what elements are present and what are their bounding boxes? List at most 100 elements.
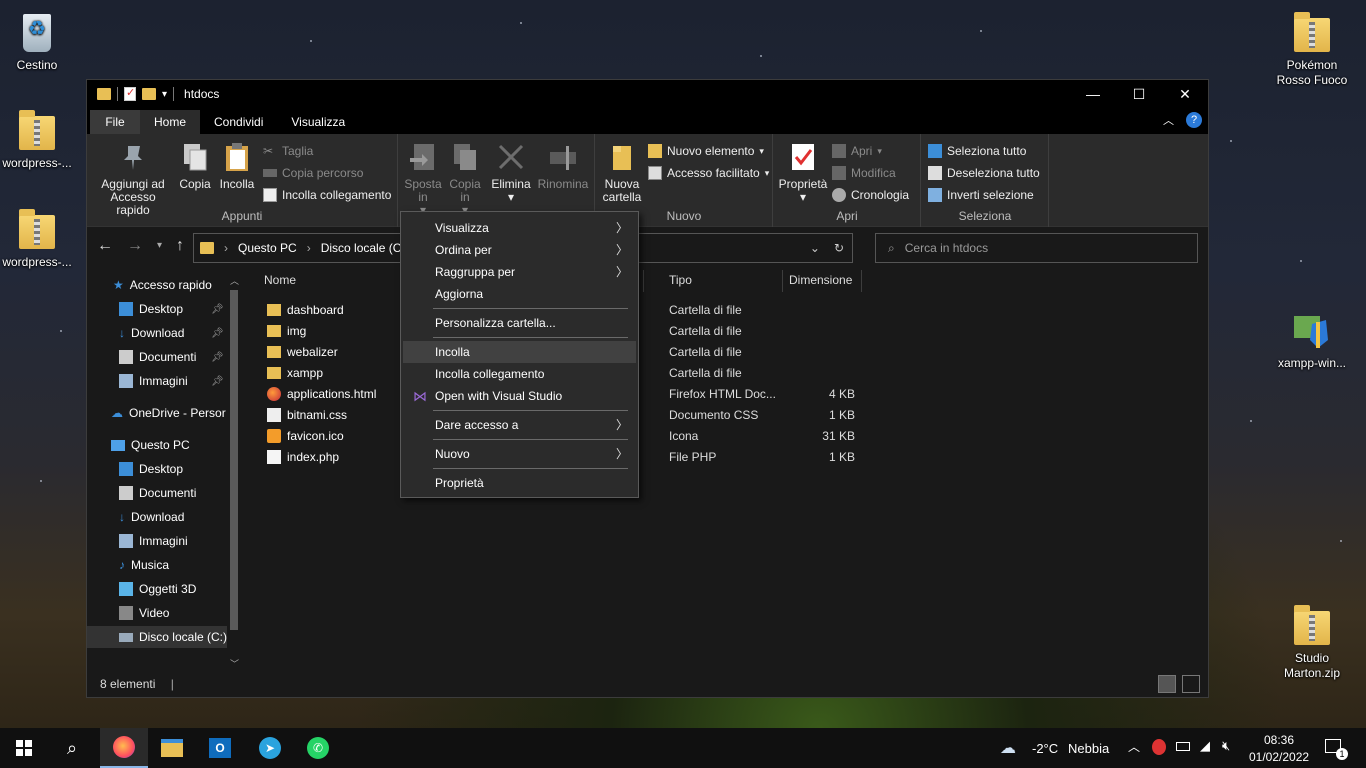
volume-muted-icon[interactable]: 🔇︎ bbox=[1222, 738, 1230, 754]
taskbar-whatsapp[interactable]: ✆ bbox=[294, 728, 342, 768]
open-button[interactable]: Apri ▾ bbox=[832, 144, 882, 158]
nav-quick-access[interactable]: ★ Accesso rapido bbox=[113, 278, 212, 292]
customize-quick-access-icon[interactable]: ▾ bbox=[162, 89, 167, 100]
menu-item-open-visual-studio[interactable]: ⋈ Open with Visual Studio bbox=[403, 385, 636, 407]
paste-shortcut-button[interactable]: Incolla collegamento bbox=[263, 188, 391, 202]
menu-item-paste-shortcut[interactable]: Incolla collegamento bbox=[403, 363, 636, 385]
new-item-button[interactable]: Nuovo elemento ▾ bbox=[648, 144, 764, 158]
file-row[interactable]: bitnami.css Documento CSS 1 KB bbox=[265, 404, 1125, 425]
scroll-down-chevron-icon[interactable]: ﹀ bbox=[230, 657, 239, 670]
menu-item-group-by[interactable]: Raggruppa per 〉 bbox=[403, 261, 636, 283]
pin-quick-access-button[interactable]: Aggiungi ad Accesso rapido bbox=[93, 142, 173, 217]
nav-pc-3d-objects[interactable]: Oggetti 3D bbox=[119, 582, 196, 596]
nav-pc-music[interactable]: ♪ Musica bbox=[119, 558, 169, 572]
nav-scroll-thumb[interactable] bbox=[230, 290, 238, 630]
copy-to-button[interactable]: Copia in ▾ bbox=[445, 142, 485, 217]
column-divider[interactable] bbox=[782, 270, 783, 292]
forward-arrow-icon[interactable]: → bbox=[127, 237, 143, 255]
taskbar-telegram[interactable]: ➤ bbox=[246, 728, 294, 768]
column-divider[interactable] bbox=[643, 270, 644, 292]
breadcrumb-chevron-icon[interactable]: › bbox=[307, 241, 311, 255]
help-icon[interactable]: ? bbox=[1186, 112, 1202, 128]
file-row[interactable]: favicon.ico Icona 31 KB bbox=[265, 425, 1125, 446]
nav-pc-download[interactable]: ↓ Download bbox=[119, 510, 184, 524]
breadcrumb-local-disk[interactable]: Disco locale (C:) bbox=[321, 241, 409, 255]
menu-item-sort-by[interactable]: Ordina per 〉 bbox=[403, 239, 636, 261]
paste-button[interactable]: Incolla bbox=[217, 142, 257, 191]
menu-item-paste[interactable]: Incolla bbox=[403, 341, 636, 363]
new-folder-button[interactable]: Nuova cartella bbox=[600, 142, 644, 204]
nav-qa-documents[interactable]: Documenti 📌︎ bbox=[119, 350, 225, 364]
search-button[interactable]: ⌕ bbox=[48, 728, 96, 768]
weather-cloud-icon[interactable]: ☁ bbox=[1000, 738, 1016, 758]
file-row[interactable]: webalizer Cartella di file bbox=[265, 341, 1125, 362]
desktop-icon-studio-marton[interactable]: Studio Marton.zip bbox=[1272, 601, 1352, 681]
taskbar-file-explorer[interactable] bbox=[148, 728, 196, 768]
close-button[interactable]: ✕ bbox=[1162, 80, 1208, 108]
tab-view[interactable]: Visualizza bbox=[277, 110, 359, 134]
refresh-icon[interactable]: ↻ bbox=[834, 241, 844, 255]
properties-button[interactable]: Proprietà ▾ bbox=[778, 142, 828, 204]
file-row[interactable]: xampp Cartella di file bbox=[265, 362, 1125, 383]
copy-button[interactable]: Copia bbox=[177, 142, 213, 191]
recent-chevron-icon[interactable]: ▾ bbox=[157, 240, 162, 255]
invert-selection-button[interactable]: Inverti selezione bbox=[928, 188, 1034, 202]
tab-file[interactable]: File bbox=[90, 110, 140, 134]
edit-button[interactable]: Modifica bbox=[832, 166, 896, 180]
details-view-icon[interactable] bbox=[1158, 675, 1176, 693]
taskbar-firefox[interactable] bbox=[100, 728, 148, 768]
column-header-name[interactable]: Nome bbox=[264, 270, 296, 292]
battery-icon[interactable] bbox=[1176, 742, 1190, 751]
nav-pc-pictures[interactable]: Immagini bbox=[119, 534, 188, 548]
nav-qa-download[interactable]: ↓ Download 📌︎ bbox=[119, 326, 225, 340]
up-arrow-icon[interactable]: ↑ bbox=[176, 237, 184, 255]
maximize-button[interactable]: ☐ bbox=[1116, 80, 1162, 108]
properties-quick-icon[interactable] bbox=[124, 86, 136, 101]
menu-item-customize-folder[interactable]: Personalizza cartella... bbox=[403, 312, 636, 334]
tab-share[interactable]: Condividi bbox=[200, 110, 277, 134]
column-header-size[interactable]: Dimensione bbox=[789, 270, 852, 292]
nav-this-pc[interactable]: Questo PC bbox=[111, 438, 190, 452]
menu-item-view[interactable]: Visualizza 〉 bbox=[403, 217, 636, 239]
nav-pc-documents[interactable]: Documenti bbox=[119, 486, 196, 500]
nav-qa-pictures[interactable]: Immagini 📌︎ bbox=[119, 374, 225, 388]
nav-pc-desktop[interactable]: Desktop bbox=[119, 462, 183, 476]
move-to-button[interactable]: Sposta in ▾ bbox=[403, 142, 443, 217]
minimize-button[interactable]: — bbox=[1070, 80, 1116, 108]
select-all-button[interactable]: Seleziona tutto bbox=[928, 144, 1026, 158]
title-bar[interactable]: ▾ htdocs — ☐ ✕ bbox=[87, 80, 1208, 108]
delete-button[interactable]: Elimina ▾ bbox=[491, 142, 531, 204]
desktop-icon-wordpress-zip-2[interactable]: wordpress-... bbox=[0, 205, 77, 270]
scroll-up-chevron-icon[interactable]: ︿ bbox=[230, 274, 239, 287]
menu-item-new[interactable]: Nuovo 〉 bbox=[403, 443, 636, 465]
wifi-icon[interactable]: ◢ bbox=[1200, 738, 1210, 754]
file-row[interactable]: applications.html Firefox HTML Doc... 4 … bbox=[265, 383, 1125, 404]
copy-path-button[interactable]: Copia percorso bbox=[263, 166, 363, 180]
file-row[interactable]: dashboard Cartella di file bbox=[265, 299, 1125, 320]
file-row[interactable]: img Cartella di file bbox=[265, 320, 1125, 341]
tab-home[interactable]: Home bbox=[140, 110, 201, 134]
large-icons-view-icon[interactable] bbox=[1182, 675, 1200, 693]
select-none-button[interactable]: Deseleziona tutto bbox=[928, 166, 1040, 180]
tray-app-icon[interactable] bbox=[1152, 739, 1166, 755]
nav-qa-desktop[interactable]: Desktop 📌︎ bbox=[119, 302, 225, 316]
rename-button[interactable]: Rinomina bbox=[535, 142, 591, 191]
breadcrumb-this-pc[interactable]: Questo PC bbox=[238, 241, 297, 255]
desktop-icon-xampp-installer[interactable]: xampp-win... bbox=[1272, 306, 1352, 371]
start-button[interactable] bbox=[0, 728, 48, 768]
cut-button[interactable]: ✂ Taglia bbox=[263, 144, 313, 158]
menu-item-give-access[interactable]: Dare accesso a 〉 bbox=[403, 414, 636, 436]
nav-pc-video[interactable]: Video bbox=[119, 606, 169, 620]
new-folder-quick-icon[interactable] bbox=[142, 88, 156, 100]
menu-item-properties[interactable]: Proprietà bbox=[403, 472, 636, 494]
back-arrow-icon[interactable]: ← bbox=[97, 237, 113, 255]
column-divider[interactable] bbox=[861, 270, 862, 292]
clock-date[interactable]: 01/02/2022 bbox=[1249, 750, 1309, 764]
nav-pc-local-disk[interactable]: Disco locale (C:) bbox=[87, 626, 227, 648]
desktop-icon-recycle-bin[interactable]: Cestino bbox=[0, 8, 77, 73]
nav-scrollbar[interactable]: ︿ ﹀ bbox=[227, 274, 241, 670]
address-history-chevron-icon[interactable]: ⌄ bbox=[810, 241, 820, 255]
history-button[interactable]: Cronologia bbox=[832, 188, 909, 202]
breadcrumb-chevron-icon[interactable]: › bbox=[224, 241, 228, 255]
easy-access-button[interactable]: Accesso facilitato ▾ bbox=[648, 166, 769, 180]
